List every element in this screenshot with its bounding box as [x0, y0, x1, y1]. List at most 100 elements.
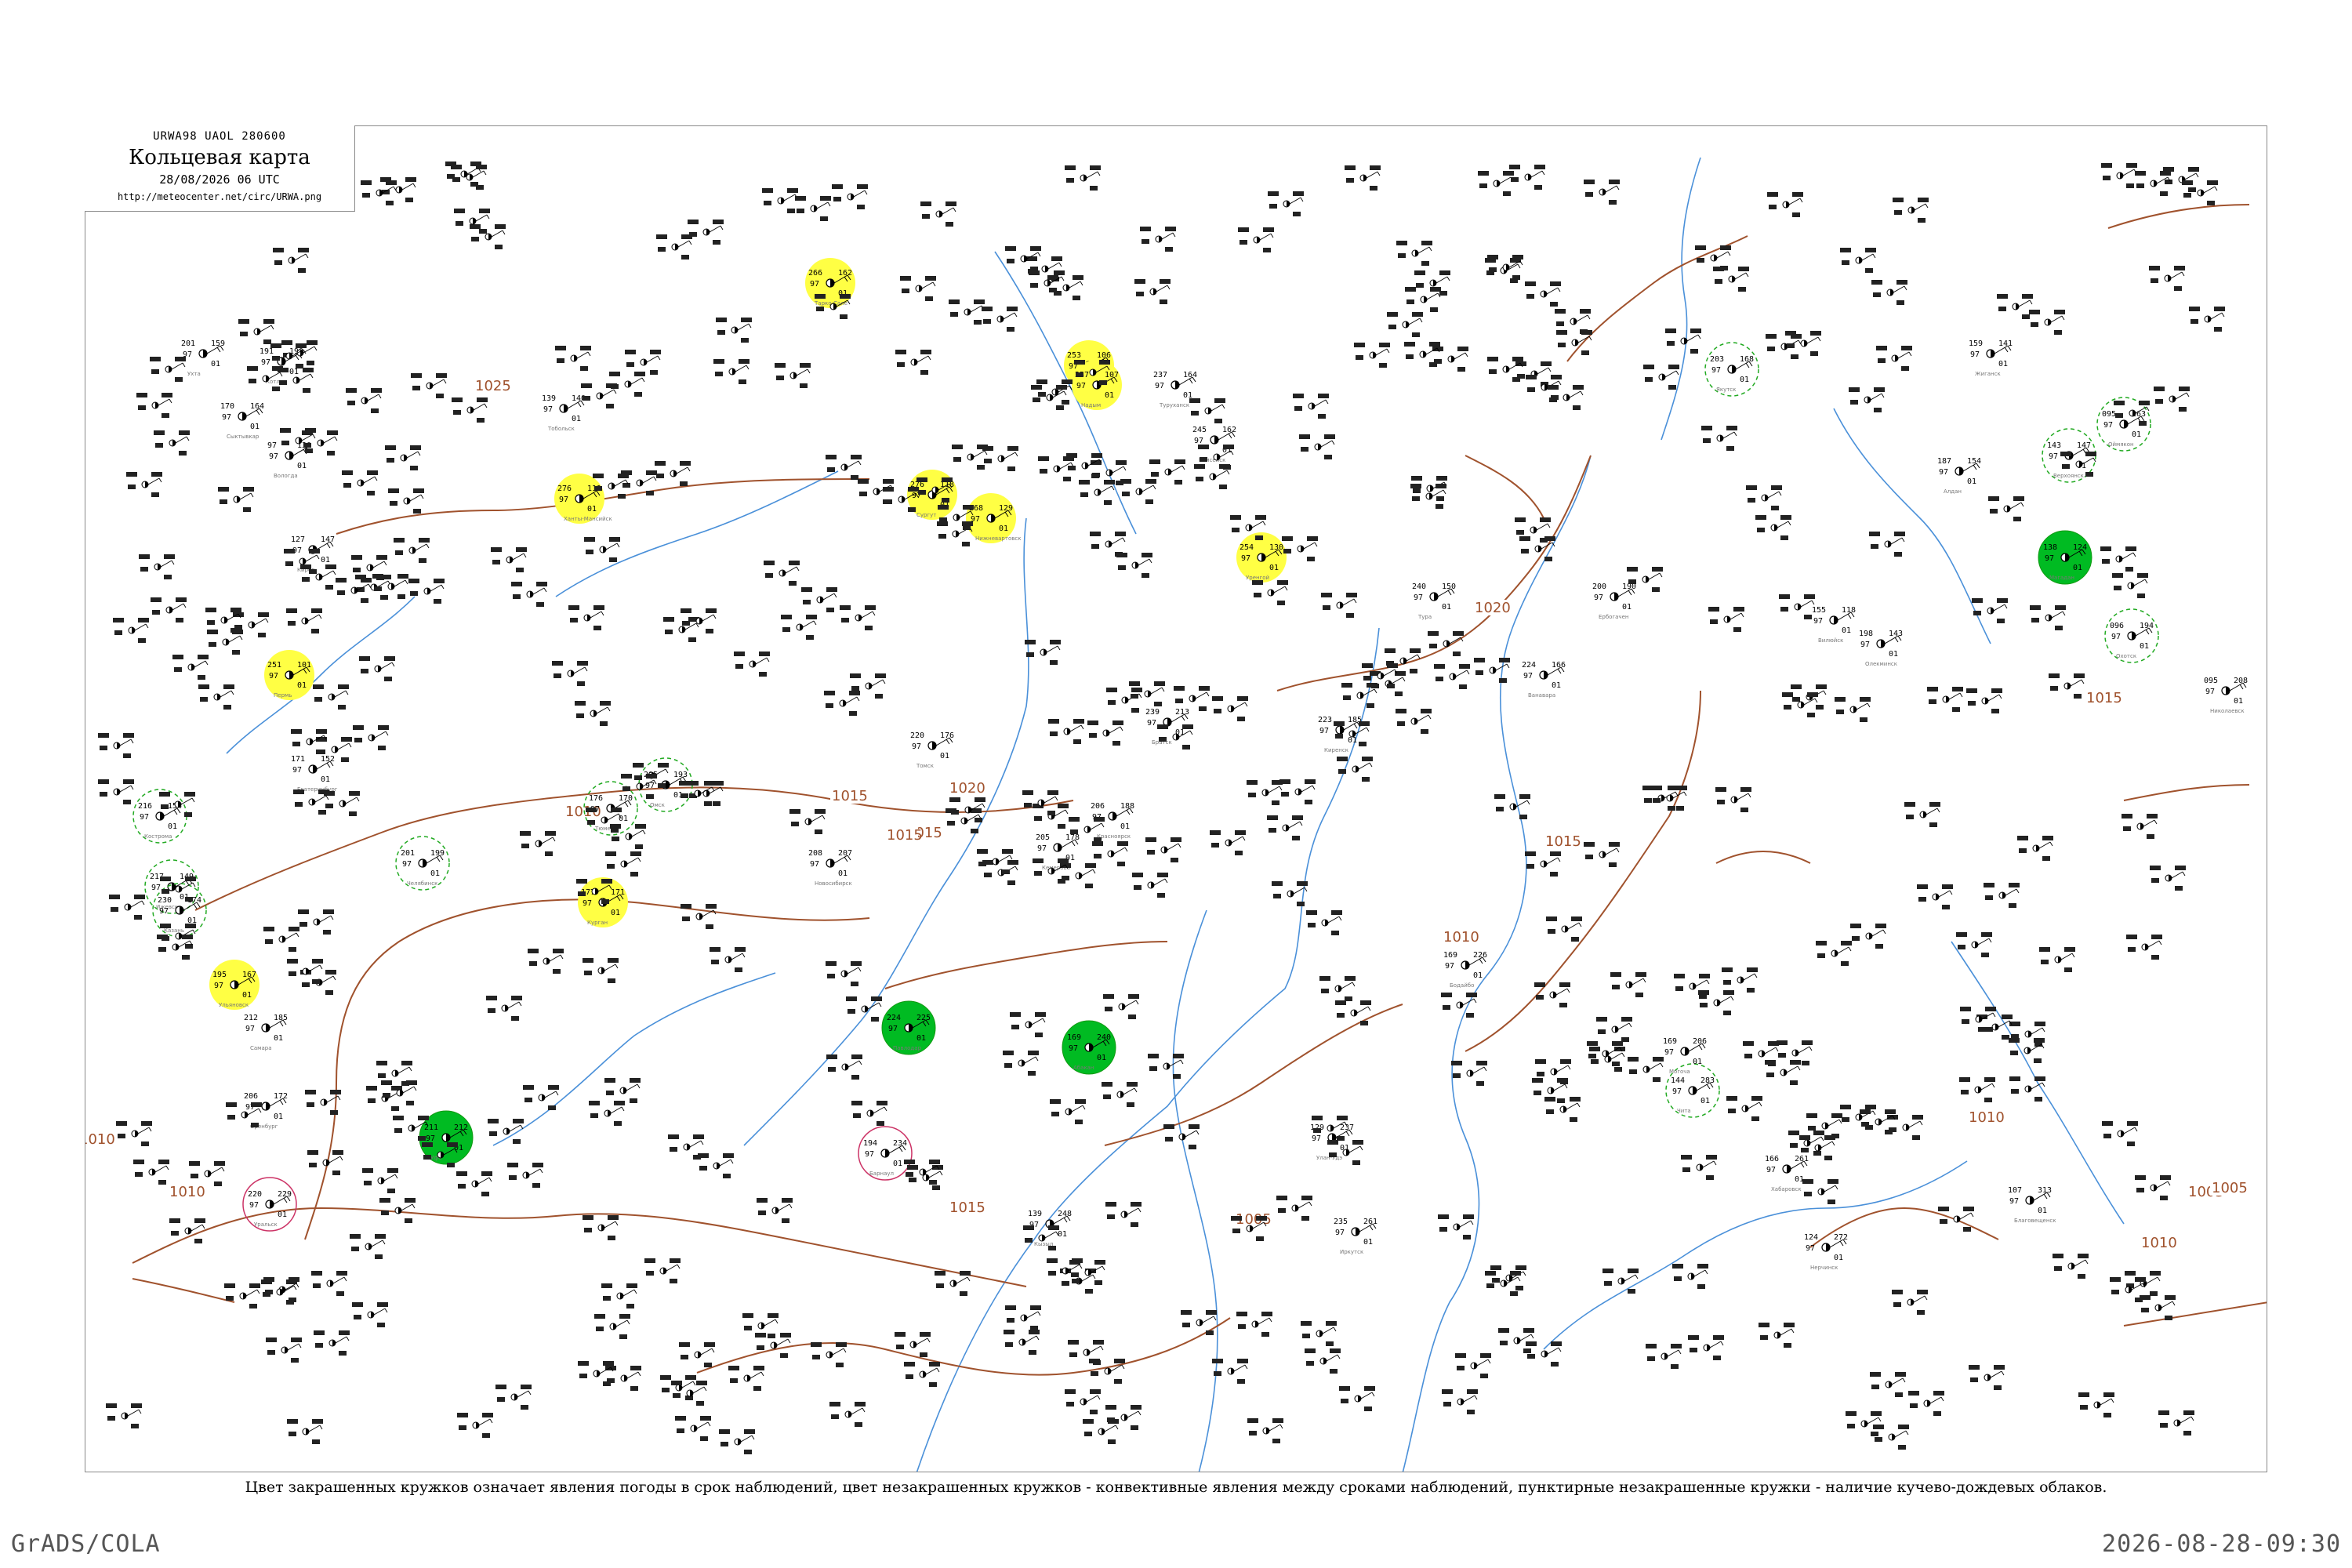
- pressure-glyph: [1199, 686, 1210, 691]
- station[interactable]: 201 1599701Ухта: [181, 339, 225, 377]
- station-marker: [851, 1101, 887, 1126]
- humidity-glyph: [492, 560, 500, 564]
- humidity-glyph: [1757, 528, 1765, 532]
- station[interactable]: 212 1859701Самара: [244, 1014, 288, 1051]
- station-name: Пермь: [274, 692, 292, 699]
- tendency-glyph: [1277, 601, 1285, 605]
- humidity-glyph: [1240, 240, 1247, 245]
- station[interactable]: 216 1549701Кострома: [132, 789, 187, 844]
- pressure-glyph: [1142, 553, 1152, 557]
- pressure-glyph: [309, 549, 320, 554]
- station[interactable]: 169 2069701Могоча: [1663, 1037, 1707, 1075]
- station-tendency: 01: [321, 556, 330, 564]
- station[interactable]: 224 1669701Ванавара: [1522, 661, 1566, 699]
- station[interactable]: 201 1999701Челябинск: [395, 836, 450, 891]
- isobar-label: 1015: [2086, 690, 2122, 706]
- wind-barb-icon: [689, 1140, 704, 1148]
- station-pressure: 172: [274, 1092, 288, 1101]
- humidity-glyph: [665, 630, 673, 634]
- tendency-glyph: [1160, 299, 1167, 304]
- station[interactable]: 171 1529701Екатеринбург: [291, 755, 338, 793]
- station-marker: [126, 472, 162, 497]
- station-marker: [1849, 387, 1885, 412]
- temp-glyph: [1276, 1196, 1287, 1200]
- tendency-glyph: [619, 1334, 627, 1339]
- station[interactable]: 198 1439701Олекминск: [1859, 630, 1903, 667]
- map-date: 28/08/2026 06 UTC: [159, 172, 280, 187]
- station[interactable]: 208 2079701Новосибирск: [808, 849, 852, 887]
- temp-glyph: [1268, 191, 1279, 196]
- station[interactable]: 203 1689701Якутск: [1704, 342, 1759, 397]
- station[interactable]: 138 1249701Магадан: [2038, 530, 2092, 585]
- station[interactable]: 124 2729701Нерчинск: [1804, 1233, 1848, 1271]
- station[interactable]: 2571079701Надым: [1072, 360, 1122, 410]
- station-marker: [1279, 779, 1316, 804]
- tendency-glyph: [2135, 1298, 2143, 1302]
- isobar-label: 1015: [1545, 833, 1581, 850]
- pressure-glyph: [1127, 1082, 1138, 1087]
- temp-glyph: [238, 319, 249, 324]
- station[interactable]: 251 1019701Пермь: [264, 650, 314, 700]
- station[interactable]: 187 1549701Алдан: [1937, 457, 1981, 495]
- station-marker: [1134, 279, 1171, 304]
- station[interactable]: 107 3139701Благовещенск: [2008, 1186, 2056, 1224]
- tendency-glyph: [2013, 517, 2021, 521]
- station[interactable]: 268 1299701Нижневартовск: [966, 493, 1021, 543]
- humidity-glyph: [1034, 871, 1042, 876]
- wind-barb-icon: [1893, 285, 1907, 293]
- station[interactable]: 139 1409701Тобольск: [542, 394, 586, 432]
- station[interactable]: 220 2299701Уральск: [242, 1177, 297, 1232]
- humidity-glyph: [1527, 1354, 1535, 1359]
- tendency-glyph: [1370, 186, 1377, 191]
- humidity-glyph: [938, 534, 946, 539]
- wind-barb-icon: [1124, 1000, 1139, 1007]
- wind-barb-icon: [928, 1171, 943, 1178]
- humidity-glyph: [570, 618, 578, 622]
- humidity-glyph: [1978, 1027, 1986, 1032]
- temp-glyph: [1766, 334, 1777, 339]
- station[interactable]: 170 1649701Сыктывкар: [220, 402, 264, 440]
- tendency-glyph: [1898, 1445, 1906, 1450]
- tendency-glyph: [1515, 1286, 1523, 1290]
- station[interactable]: 2761189701Сургут: [907, 470, 957, 520]
- station-humidity: 97: [645, 782, 655, 790]
- station-marker: [1036, 379, 1073, 405]
- station[interactable]: 235 2619701Иркутск: [1334, 1218, 1377, 1255]
- humidity-glyph: [1281, 792, 1289, 797]
- wind-barb-icon: [158, 398, 172, 406]
- station[interactable]: 166 2619701Хабаровск: [1765, 1155, 1809, 1192]
- tendency-glyph: [151, 492, 159, 497]
- pressure-glyph: [1056, 385, 1067, 390]
- station[interactable]: 240 1509701Тура: [1412, 583, 1456, 620]
- station-name: Павлодар: [893, 1045, 922, 1051]
- station[interactable]: 220 1769701Томск: [910, 731, 954, 769]
- temp-glyph: [2158, 1410, 2169, 1415]
- tendency-glyph: [327, 451, 335, 456]
- station[interactable]: 195 1679701Ульяновск: [209, 960, 260, 1010]
- temp-glyph: [2112, 573, 2123, 578]
- humidity-glyph: [1371, 684, 1379, 688]
- station-marker: [775, 363, 811, 388]
- station-tendency: 01: [2073, 564, 2082, 572]
- station-marker: [1860, 1109, 1896, 1134]
- humidity-glyph: [758, 1210, 766, 1215]
- weather-map[interactable]: 1010101510201025101510151020101510101015…: [85, 126, 2267, 1472]
- station[interactable]: 159 1419701Жиганск: [1969, 339, 2013, 377]
- station[interactable]: 155 1189701Вилюйск: [1812, 606, 1856, 644]
- station[interactable]: 169 2409701Абакан: [1062, 1020, 1116, 1075]
- station[interactable]: 205 1789701Кемерово: [1036, 833, 1080, 871]
- temp-glyph: [789, 809, 800, 814]
- station[interactable]: 096 1949701Охотск: [2104, 608, 2159, 663]
- station[interactable]: 194 2349701Барнаул: [858, 1126, 913, 1181]
- wind-barb-icon: [1054, 809, 1069, 817]
- temp-glyph: [1105, 1202, 1116, 1207]
- tendency-glyph: [349, 811, 357, 816]
- tendency-glyph: [634, 392, 642, 397]
- station[interactable]: 2761119701Ханты-Мансийск: [554, 474, 612, 524]
- station[interactable]: 224 2259701Павлодар: [881, 1000, 936, 1055]
- station[interactable]: 095 2089701Николаевск: [2204, 677, 2248, 714]
- station-marker: [205, 608, 241, 633]
- station-marker: [1092, 841, 1128, 866]
- station[interactable]: 200 1909701Ербогачен: [1592, 583, 1636, 620]
- station[interactable]: 206 1729701Оренбург: [244, 1092, 288, 1130]
